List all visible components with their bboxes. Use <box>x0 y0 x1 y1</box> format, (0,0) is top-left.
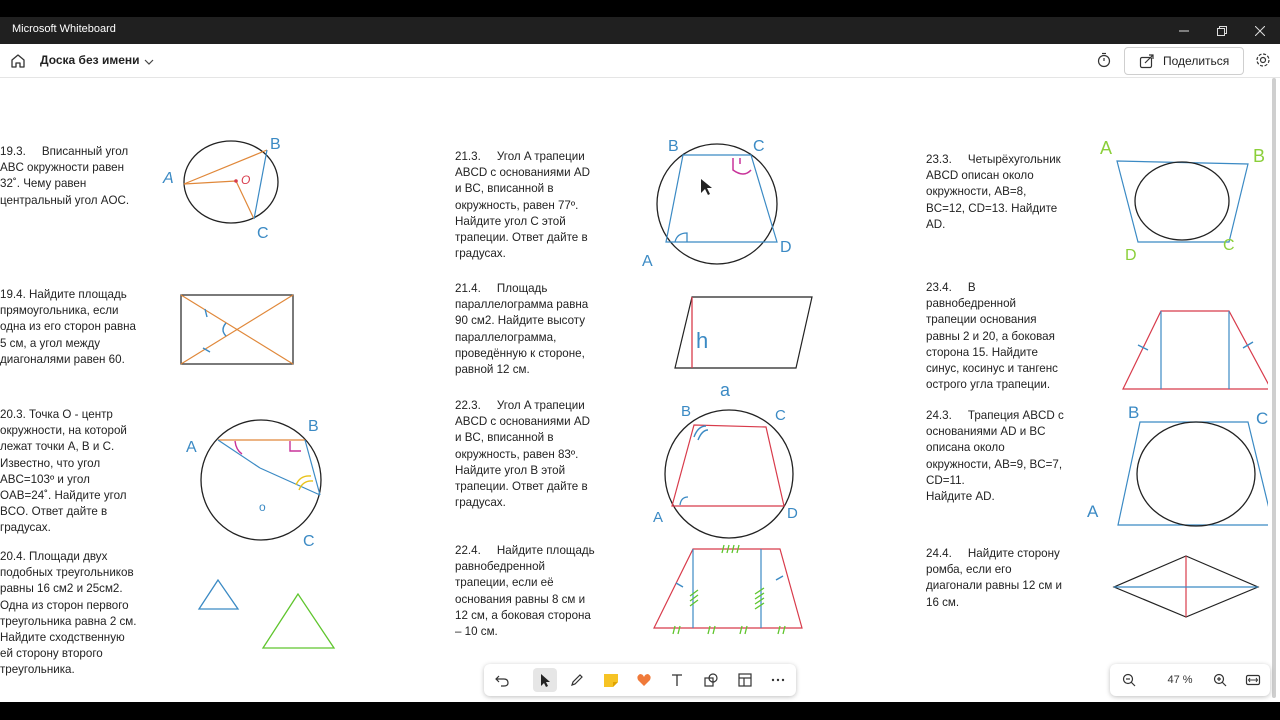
label-a: A <box>186 439 197 456</box>
scrollbar-thumb[interactable] <box>1272 78 1276 698</box>
minimize-button[interactable] <box>1165 17 1203 44</box>
templates-icon[interactable] <box>733 668 757 692</box>
label-d: D <box>1125 247 1137 264</box>
figure-23-4[interactable] <box>1122 310 1268 390</box>
fit-to-screen-icon[interactable] <box>1241 668 1265 692</box>
label-c: C <box>753 138 765 155</box>
figure-22-4[interactable] <box>653 544 803 635</box>
shapes-tool-icon[interactable] <box>699 668 723 692</box>
reactions-heart-icon[interactable] <box>632 668 656 692</box>
chevron-down-icon[interactable] <box>144 54 154 65</box>
sticky-note-icon[interactable] <box>599 668 623 692</box>
label-b: B <box>1128 403 1139 422</box>
home-icon[interactable] <box>8 51 28 71</box>
title-bar: Microsoft Whiteboard <box>0 17 1280 44</box>
label-c: C <box>1223 237 1235 254</box>
label-o: O <box>241 173 250 187</box>
figure-20-3[interactable]: A B C o <box>186 418 322 550</box>
restore-button[interactable] <box>1203 17 1241 44</box>
gear-icon[interactable] <box>1255 52 1271 68</box>
label-a: A <box>162 170 174 187</box>
figure-22-3[interactable]: B C A D <box>653 403 798 539</box>
label-d: D <box>787 505 798 522</box>
text-tool-icon[interactable] <box>665 668 689 692</box>
bottom-toolbar <box>484 664 796 696</box>
label-a: A <box>1087 502 1099 521</box>
figure-20-4[interactable] <box>197 578 336 649</box>
figure-24-4[interactable] <box>1112 555 1260 618</box>
window-title: Microsoft Whiteboard <box>12 23 116 35</box>
zoom-out-icon[interactable] <box>1117 668 1141 692</box>
more-icon[interactable] <box>766 668 790 692</box>
label-a: A <box>642 253 653 270</box>
vertical-scrollbar[interactable] <box>1268 78 1280 702</box>
zoom-bar: 47 % <box>1110 664 1270 696</box>
label-d: D <box>780 239 792 256</box>
figure-21-4[interactable]: h a <box>674 296 813 400</box>
label-b: B <box>1253 146 1265 166</box>
label-b: B <box>681 403 691 420</box>
close-button[interactable] <box>1241 17 1279 44</box>
figure-19-4[interactable] <box>180 294 294 365</box>
label-b: B <box>270 136 281 153</box>
share-icon <box>1139 54 1154 69</box>
figure-19-3[interactable]: A B C O <box>162 136 281 242</box>
label-c: C <box>303 533 315 550</box>
label-a: A <box>653 509 663 526</box>
zoom-in-icon[interactable] <box>1208 668 1232 692</box>
label-b: B <box>308 418 319 435</box>
zoom-level[interactable]: 47 % <box>1162 674 1198 686</box>
label-c: C <box>1256 409 1268 428</box>
label-a-side: a <box>720 380 731 400</box>
share-label: Поделиться <box>1163 54 1230 68</box>
select-tool-icon[interactable] <box>533 668 557 692</box>
whiteboard-canvas[interactable]: 19.3. Вписанный угол ABC окружности раве… <box>0 78 1280 702</box>
label-c: C <box>775 407 786 424</box>
app-bar: Доска без имени Поделиться <box>0 44 1280 78</box>
label-h: h <box>696 328 708 353</box>
label-o: o <box>259 500 266 514</box>
figure-24-3[interactable]: B C A <box>1087 403 1268 527</box>
undo-icon[interactable] <box>490 668 514 692</box>
label-a: A <box>1100 138 1112 158</box>
figures-layer: A B C O A B C o B C A D h a B C A D A B … <box>162 136 1268 649</box>
pen-tool-icon[interactable] <box>565 668 589 692</box>
figure-21-3[interactable]: B C A D <box>642 138 792 270</box>
label-b: B <box>668 138 679 155</box>
bottom-border <box>0 702 1280 720</box>
figure-23-3[interactable]: A B C D <box>1100 138 1265 264</box>
label-c: C <box>257 225 269 242</box>
cursor-icon <box>701 179 712 195</box>
timer-icon[interactable] <box>1096 52 1112 68</box>
board-title[interactable]: Доска без имени <box>40 53 140 67</box>
share-button[interactable]: Поделиться <box>1124 47 1244 75</box>
